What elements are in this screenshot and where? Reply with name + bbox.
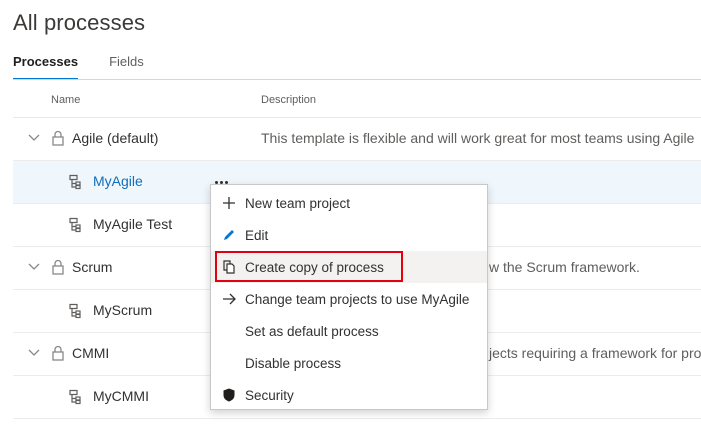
process-description: jects requiring a framework for pro — [489, 345, 701, 361]
process-description: This template is flexible and will work … — [261, 130, 695, 146]
tab-processes[interactable]: Processes — [13, 54, 79, 80]
process-description: w the Scrum framework. — [489, 259, 640, 275]
process-name[interactable]: MyAgile — [93, 173, 143, 189]
lock-icon — [52, 259, 64, 275]
menu-item-label: Security — [245, 387, 294, 403]
arrow-right-icon — [223, 293, 236, 305]
menu-item-change-team-projects[interactable]: Change team projects to use MyAgile — [211, 283, 487, 315]
context-menu: New team project Edit Create copy of pro… — [210, 184, 488, 410]
copy-icon — [223, 260, 235, 274]
lock-icon — [52, 345, 64, 361]
menu-item-label: Edit — [245, 227, 269, 243]
process-name[interactable]: Scrum — [72, 259, 112, 275]
table-row[interactable]: Agile (default) This template is flexibl… — [13, 118, 701, 161]
column-header-description[interactable]: Description — [261, 94, 316, 106]
chevron-down-icon[interactable] — [27, 260, 41, 274]
menu-item-label: Set as default process — [245, 323, 379, 339]
all-processes-page: All processes Processes Fields Name Desc… — [0, 0, 701, 428]
menu-item-set-as-default[interactable]: Set as default process — [211, 315, 487, 347]
menu-item-edit[interactable]: Edit — [211, 219, 487, 251]
inherited-process-icon — [69, 303, 81, 319]
menu-item-disable-process[interactable]: Disable process — [211, 347, 487, 379]
inherited-process-icon — [69, 389, 81, 405]
menu-item-new-team-project[interactable]: New team project — [211, 187, 487, 219]
page-title: All processes — [13, 10, 146, 35]
pencil-icon — [224, 230, 234, 240]
process-name[interactable]: MyScrum — [93, 302, 152, 318]
menu-item-security[interactable]: Security — [211, 379, 487, 411]
process-name[interactable]: CMMI — [72, 345, 109, 361]
chevron-down-icon[interactable] — [27, 131, 41, 145]
menu-item-label: New team project — [245, 195, 351, 211]
tabs-divider — [13, 79, 701, 80]
process-name[interactable]: Agile (default) — [72, 130, 158, 146]
process-name[interactable]: MyAgile Test — [93, 216, 172, 232]
column-header-name[interactable]: Name — [51, 94, 80, 106]
shield-icon — [223, 388, 235, 402]
tab-fields[interactable]: Fields — [109, 54, 144, 80]
menu-item-label: Disable process — [245, 355, 342, 371]
menu-item-create-copy-of-process[interactable]: Create copy of process — [211, 251, 487, 283]
menu-item-label: Create copy of process — [245, 259, 384, 275]
inherited-process-icon — [69, 217, 81, 233]
plus-icon — [223, 197, 235, 209]
menu-item-label: Change team projects to use MyAgile — [245, 291, 470, 307]
lock-icon — [52, 130, 64, 146]
chevron-down-icon[interactable] — [27, 346, 41, 360]
inherited-process-icon — [69, 174, 81, 190]
tab-bar: Processes Fields — [13, 54, 175, 80]
process-name[interactable]: MyCMMI — [93, 388, 149, 404]
